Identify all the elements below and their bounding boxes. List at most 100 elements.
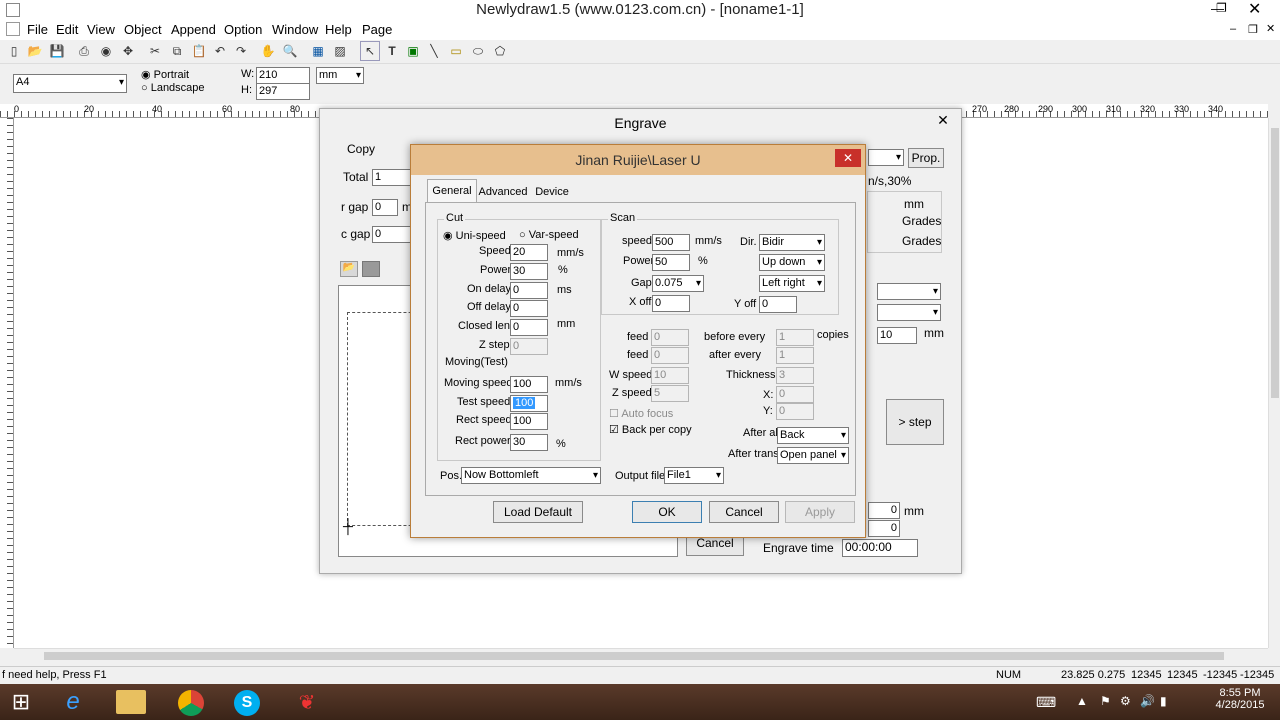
engrave-close-icon[interactable]: ✕ (928, 110, 958, 130)
scan-power-input[interactable]: 50 (652, 254, 690, 271)
chrome-icon[interactable] (178, 690, 204, 716)
rectangle-icon[interactable]: ▭ (446, 41, 466, 61)
portrait-radio[interactable]: ◉ Portrait (141, 68, 189, 81)
flag-icon[interactable]: ⚑ (1100, 694, 1111, 708)
dir-select[interactable]: Bidir (759, 234, 825, 251)
tab-advanced[interactable]: Advanced (477, 182, 529, 202)
ellipse-icon[interactable]: ⬭ (468, 41, 488, 61)
polygon-icon[interactable]: ⬠ (490, 41, 510, 61)
explorer-icon[interactable] (116, 690, 146, 714)
page-size-select[interactable]: A4 (13, 74, 127, 93)
menu-object[interactable]: Object (124, 22, 162, 37)
image-icon[interactable]: ▣ (403, 41, 423, 61)
menu-append[interactable]: Append (171, 22, 216, 37)
tray-arrow-icon[interactable]: ▲ (1076, 694, 1088, 708)
mdi-minimize-icon[interactable]: – (1230, 23, 1236, 35)
scan-speed-input[interactable]: 500 (652, 234, 690, 251)
tab-general[interactable]: General (427, 179, 477, 203)
copy-icon[interactable]: ⧉ (167, 41, 187, 61)
device-select[interactable] (868, 149, 904, 166)
keyboard-icon[interactable]: ⌨ (1036, 694, 1056, 711)
backpercopy-checkbox[interactable]: ☑ Back per copy (609, 423, 692, 436)
num10-input[interactable]: 10 (877, 327, 917, 344)
menu-option[interactable]: Option (224, 22, 262, 37)
menu-view[interactable]: View (87, 22, 115, 37)
menu-file[interactable]: File (27, 22, 48, 37)
print-icon[interactable]: ⎙ (74, 41, 94, 61)
select-arrow-icon[interactable]: ↖ (360, 41, 380, 61)
uni-speed-radio[interactable]: ◉ Uni-speed (443, 229, 506, 242)
closed-len-input[interactable]: 0 (510, 319, 548, 336)
vertical-scrollbar-thumb[interactable] (1271, 128, 1279, 398)
moving-speed-input[interactable]: 100 (510, 376, 548, 393)
var-speed-radio[interactable]: ○ Var-speed (519, 229, 579, 241)
stop-icon[interactable] (362, 261, 380, 277)
move-icon[interactable]: ✥ (118, 41, 138, 61)
new-icon[interactable]: ▯ (4, 41, 24, 61)
leftright-select[interactable]: Left right (759, 275, 825, 292)
hand-icon[interactable]: ✋ (258, 41, 278, 61)
clock[interactable]: 8:55 PM 4/28/2015 (1210, 687, 1270, 711)
pos-select[interactable]: Now Bottomleft (461, 467, 601, 484)
on-delay-input[interactable]: 0 (510, 282, 548, 299)
save-icon[interactable]: 💾 (47, 41, 67, 61)
option-select-1[interactable] (877, 283, 941, 300)
scan-gap-select[interactable]: 0.075 (652, 275, 704, 292)
menu-page[interactable]: Page (362, 22, 392, 37)
windows-start-icon[interactable]: ⊞ (6, 688, 36, 716)
off-delay-input[interactable]: 0 (510, 300, 548, 317)
close-icon[interactable]: ✕ (1248, 0, 1261, 19)
xoff-input[interactable]: 0 (652, 295, 690, 312)
ie-icon[interactable]: e (58, 688, 88, 716)
network-icon[interactable]: ⚙ (1120, 694, 1131, 708)
yoff-input[interactable]: 0 (759, 296, 797, 313)
horizontal-scrollbar-thumb[interactable] (44, 652, 1224, 660)
total-input[interactable]: 1 (372, 169, 412, 186)
zero-input-2[interactable]: 0 (868, 520, 900, 537)
vertical-scrollbar[interactable] (1268, 118, 1280, 648)
power-icon[interactable]: ▮ (1160, 694, 1167, 708)
zoom-icon[interactable]: 🔍 (280, 41, 300, 61)
text-icon[interactable]: T (382, 41, 402, 61)
tab-device[interactable]: Device (531, 182, 573, 202)
line-icon[interactable]: ╲ (424, 41, 444, 61)
undo-icon[interactable]: ↶ (210, 41, 230, 61)
barcode-icon[interactable]: ▦ (308, 41, 328, 61)
hatch-icon[interactable]: ▨ (330, 41, 350, 61)
horizontal-scrollbar[interactable] (14, 648, 1268, 662)
cut-speed-input[interactable]: 20 (510, 244, 548, 261)
paste-icon[interactable]: 📋 (189, 41, 209, 61)
height-input[interactable]: 297 (256, 83, 310, 100)
redo-icon[interactable]: ↷ (231, 41, 251, 61)
after-trans-select[interactable]: Open panel (777, 447, 849, 464)
folder-icon[interactable]: 📂 (340, 261, 358, 277)
zero-input-1[interactable]: 0 (868, 502, 900, 519)
prop-button[interactable]: Prop. (908, 148, 944, 168)
newlydraw-icon[interactable]: ❦ (294, 690, 320, 716)
volume-icon[interactable]: 🔊 (1140, 694, 1155, 708)
load-default-button[interactable]: Load Default (493, 501, 583, 523)
step-button[interactable]: > step (886, 399, 944, 445)
mdi-close-icon[interactable]: ✕ (1266, 22, 1275, 35)
skype-icon[interactable]: S (234, 690, 260, 716)
option-select-2[interactable] (877, 304, 941, 321)
menu-edit[interactable]: Edit (56, 22, 78, 37)
output-file-select[interactable]: File1 (664, 467, 724, 484)
autofocus-checkbox[interactable]: ☐ Auto focus (609, 407, 673, 420)
mdi-restore-icon[interactable]: ❐ (1248, 23, 1258, 36)
cut-power-input[interactable]: 30 (510, 263, 548, 280)
rect-speed-input[interactable]: 100 (510, 413, 548, 430)
preview-icon[interactable]: ◉ (96, 41, 116, 61)
landscape-radio[interactable]: ○ Landscape (141, 82, 205, 94)
test-speed-input[interactable]: 100 (510, 395, 548, 412)
rgap-input[interactable]: 0 (372, 199, 398, 216)
rect-power-input[interactable]: 30 (510, 434, 548, 451)
menu-help[interactable]: Help (325, 22, 352, 37)
laser-close-icon[interactable]: ✕ (835, 149, 861, 167)
after-all-select[interactable]: Back (777, 427, 849, 444)
cut-icon[interactable]: ✂ (145, 41, 165, 61)
cgap-input[interactable]: 0 (372, 226, 412, 243)
open-icon[interactable]: 📂 (25, 41, 45, 61)
width-input[interactable]: 210 (256, 67, 310, 84)
menu-window[interactable]: Window (272, 22, 318, 37)
